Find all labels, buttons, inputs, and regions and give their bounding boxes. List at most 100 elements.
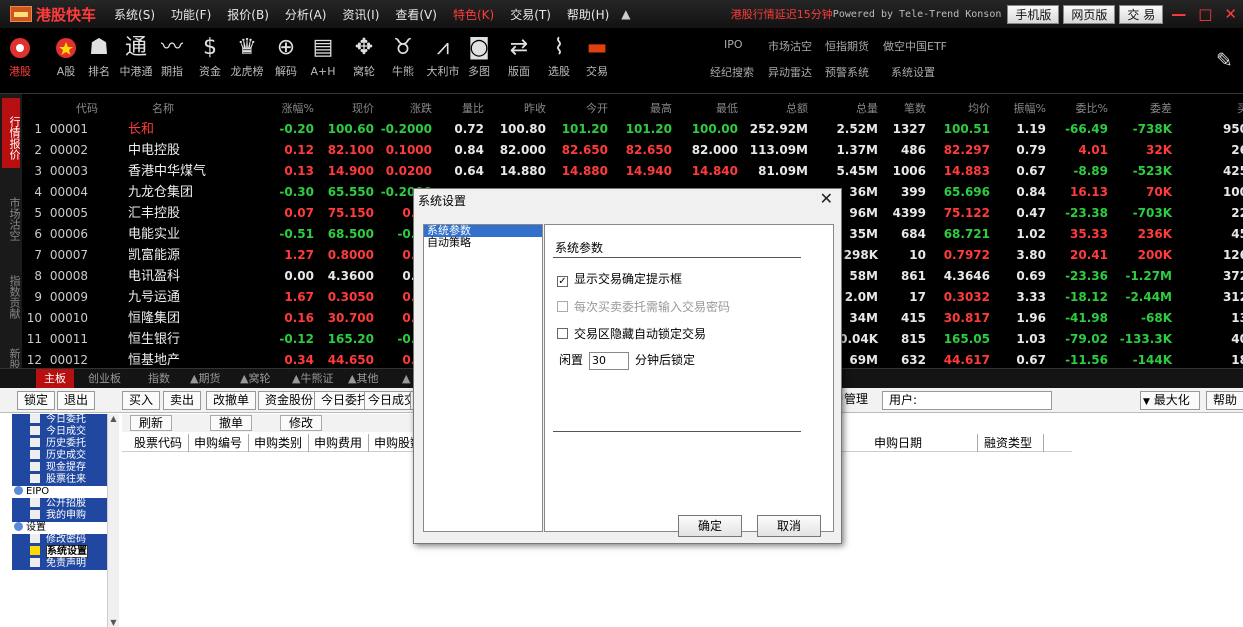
market-tab-5[interactable]: ▲牛熊证 (292, 369, 333, 389)
side-tab-index[interactable]: 指数贡献 (2, 262, 21, 332)
header-col-14[interactable]: 振幅% (998, 98, 1046, 119)
table-row[interactable]: 2 00002 中电控股 0.12 82.100 0.1000 0.84 82.000 82.6… (22, 140, 1243, 161)
header-col-0[interactable]: 代码 (58, 98, 98, 119)
cancel-order-button[interactable]: 撤单 (210, 415, 253, 431)
option-auto-lock[interactable]: 交易区隐藏自动锁定交易 (557, 325, 706, 342)
market-tab-6[interactable]: ▲其他 (348, 369, 378, 389)
header-col-2[interactable]: 涨幅% (262, 98, 314, 119)
lock-button[interactable]: 锁定 (17, 391, 56, 410)
tree-item[interactable]: 历史委托 (12, 438, 118, 450)
dialog-close-icon[interactable]: ✕ (820, 189, 833, 208)
broker-search-link[interactable]: 经纪搜索 (710, 64, 754, 80)
sell-button[interactable]: 卖出 (163, 391, 202, 410)
side-tab-short[interactable]: 市场沽空 (2, 184, 21, 254)
header-col-7[interactable]: 今开 (550, 98, 608, 119)
market-tab-2[interactable]: 指数 (148, 369, 170, 389)
header-col-16[interactable]: 委差 (1112, 98, 1172, 119)
tool-1-button[interactable]: 通中港通 (117, 28, 155, 94)
modify-cancel-button[interactable]: 改撤单 (206, 391, 257, 410)
header-col-10[interactable]: 总额 (742, 98, 808, 119)
header-col-15[interactable]: 委比% (1052, 98, 1108, 119)
minimize-icon[interactable]: — (1165, 5, 1192, 23)
col-apply-fee[interactable]: 申购费用 (308, 434, 370, 452)
short-selling-link[interactable]: 市场沽空 (768, 38, 812, 54)
scroll-down-icon[interactable]: ▼ (108, 618, 119, 627)
market-tab-3[interactable]: ▲期货 (190, 369, 220, 389)
side-tab-quotes[interactable]: 行情报价 (2, 98, 21, 168)
tool-9-button[interactable]: ⩘ 大利市 (424, 28, 462, 94)
table-row[interactable]: 1 00001 长和 -0.20 100.60 -0.2000 0.72 100.80 101.… (22, 119, 1243, 140)
alert-system-link[interactable]: 预警系统 (825, 64, 869, 80)
menu-item-2[interactable]: 报价(B) (219, 8, 277, 22)
idle-minutes-input[interactable] (589, 351, 630, 370)
user-field[interactable]: 用户: (882, 391, 1052, 410)
tree-item[interactable]: 设置 (12, 522, 118, 534)
tool-8-button[interactable]: ♉ 牛熊 (384, 28, 422, 94)
header-col-9[interactable]: 最低 (676, 98, 738, 119)
table-row[interactable]: 3 00003 香港中华煤气 0.13 14.900 0.0200 0.64 14.880 14… (22, 161, 1243, 182)
tool-6-button[interactable]: ▤ A+H (304, 28, 342, 94)
category-auto-strategy[interactable]: 自动策略 (424, 237, 542, 249)
tree-item[interactable]: 历史成交 (12, 450, 118, 462)
header-col-13[interactable]: 均价 (930, 98, 990, 119)
maximize-icon[interactable]: □ (1192, 5, 1218, 23)
market-tab-7[interactable]: ▲ (402, 369, 410, 389)
mobile-version-button[interactable]: 手机版 (1007, 4, 1060, 24)
modify-order-button[interactable]: 修改 (280, 415, 323, 431)
hsi-futures-link[interactable]: 恒指期货 (825, 38, 869, 54)
help-button[interactable]: 帮助 (1206, 391, 1243, 410)
system-settings-link[interactable]: 系统设置 (891, 64, 935, 80)
tool-0-button[interactable]: ☗ 排名 (80, 28, 118, 94)
tree-item[interactable]: 公开招股 (12, 498, 118, 510)
tree-item[interactable]: 今日成交 (12, 426, 118, 438)
menu-item-4[interactable]: 资讯(I) (334, 8, 387, 22)
col-apply-no[interactable]: 申购编号 (188, 434, 250, 452)
tree-item[interactable]: EIPO (12, 486, 118, 498)
tool-3-button[interactable]: $ 资金 (191, 28, 229, 94)
trade-button[interactable]: 交 易 (1119, 4, 1164, 24)
market-hk-button[interactable]: 港股 (2, 28, 38, 94)
col-finance-type[interactable]: 融资类型 (978, 434, 1044, 452)
menu-item-5[interactable]: 查看(V) (387, 8, 445, 22)
exit-button[interactable]: 退出 (57, 391, 96, 410)
menu-item-8[interactable]: 帮助(H) (559, 8, 617, 22)
menu-item-1[interactable]: 功能(F) (163, 8, 219, 22)
scroll-up-icon[interactable]: ▲ (108, 414, 119, 423)
ok-button[interactable]: 确定 (678, 515, 742, 537)
option-confirm-dialog[interactable]: ✓ 显示交易确定提示框 (557, 270, 682, 287)
short-china-etf-link[interactable]: 做空中国ETF (883, 38, 947, 54)
tree-item[interactable]: 今日委托 (12, 414, 118, 426)
col-stock-code[interactable]: 股票代码 (128, 434, 190, 452)
header-col-17[interactable]: 买 (1218, 98, 1243, 119)
market-tab-1[interactable]: 创业板 (88, 369, 121, 389)
col-apply-type[interactable]: 申购类别 (248, 434, 310, 452)
collapse-arrow-icon[interactable]: ▲ (617, 7, 634, 21)
market-a-share-button[interactable]: A股 (48, 28, 84, 94)
header-col-3[interactable]: 现价 (318, 98, 374, 119)
header-col-6[interactable]: 昨收 (488, 98, 546, 119)
refresh-button[interactable]: 刷新 (130, 415, 173, 431)
tool-4-button[interactable]: ♛ 龙虎榜 (228, 28, 266, 94)
edit-note-icon[interactable]: ✎ (1216, 48, 1233, 72)
tree-item[interactable]: 我的申购 (12, 510, 118, 522)
header-col-1[interactable]: 名称 (152, 98, 212, 119)
close-icon[interactable]: ✕ (1218, 5, 1243, 23)
tool-10-button[interactable]: ◙ 多图 (460, 28, 498, 94)
tool-2-button[interactable]: 〰期指 (153, 28, 191, 94)
checkbox-icon[interactable] (557, 328, 568, 339)
header-col-4[interactable]: 涨跌 (376, 98, 432, 119)
header-col-5[interactable]: 量比 (442, 98, 484, 119)
buy-button[interactable]: 买入 (122, 391, 161, 410)
menu-item-3[interactable]: 分析(A) (277, 8, 335, 22)
tree-item[interactable]: 现金提存 (12, 462, 118, 474)
tree-item[interactable]: 系统设置 (12, 545, 118, 558)
ipo-link[interactable]: IPO (724, 38, 743, 51)
maximize-select[interactable]: ▼ 最大化 (1140, 391, 1200, 410)
tree-scrollbar[interactable]: ▲ ▼ (107, 414, 119, 627)
menu-item-6[interactable]: 特色(K) (445, 8, 502, 22)
menu-item-7[interactable]: 交易(T) (502, 8, 559, 22)
tree-item[interactable]: 免责声明 (12, 558, 118, 570)
market-tab-0[interactable]: 主板 (36, 369, 74, 389)
menu-item-0[interactable]: 系统(S) (106, 8, 163, 22)
header-col-11[interactable]: 总量 (812, 98, 878, 119)
